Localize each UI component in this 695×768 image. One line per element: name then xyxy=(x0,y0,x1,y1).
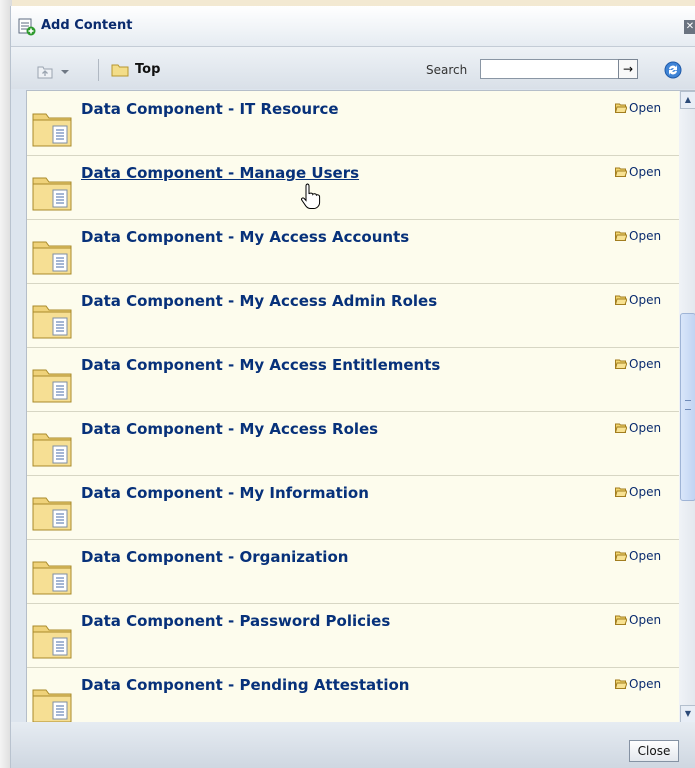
folder-icon xyxy=(32,428,72,468)
toolbar-divider xyxy=(98,59,99,81)
folder-icon xyxy=(32,556,72,596)
open-link[interactable]: Open xyxy=(615,485,661,499)
open-link[interactable]: Open xyxy=(615,293,661,307)
search-input[interactable] xyxy=(480,59,619,79)
search-go-button[interactable]: → xyxy=(618,59,638,79)
open-label: Open xyxy=(629,293,662,307)
scroll-down-button[interactable]: ▼ xyxy=(680,705,695,723)
item-name-link[interactable]: Data Component - My Information xyxy=(81,484,369,502)
content-list: Data Component - Pending Attestation Open… xyxy=(26,90,695,724)
open-label: Open xyxy=(629,549,662,563)
list-item[interactable]: Data Component - Pending Attestation Open xyxy=(27,667,679,723)
item-name-link[interactable]: Data Component - Password Policies xyxy=(81,612,390,630)
folder-icon xyxy=(32,172,72,212)
open-label: Open xyxy=(629,677,662,691)
folder-icon xyxy=(32,236,72,276)
toolbar: Top Search → xyxy=(11,47,695,89)
list-item[interactable]: Data Component - My Access Admin Roles Op… xyxy=(27,283,679,348)
open-link[interactable]: Open xyxy=(615,165,661,179)
item-name-link[interactable]: Data Component - Pending Attestation xyxy=(81,676,409,694)
folder-icon xyxy=(32,364,72,404)
item-name-link[interactable]: Data Component - My Access Entitlements xyxy=(81,356,440,374)
open-label: Open xyxy=(629,613,662,627)
list-item[interactable]: Data Component - My Access Entitlements O… xyxy=(27,347,679,412)
folder-icon xyxy=(32,492,72,532)
close-button[interactable]: Close xyxy=(629,740,679,762)
open-link[interactable]: Open xyxy=(615,421,661,435)
open-label: Open xyxy=(629,229,662,243)
dialog-footer: Close xyxy=(11,722,695,768)
open-label: Open xyxy=(629,357,662,371)
list-item[interactable]: Data Component - Password Policies Open xyxy=(27,603,679,668)
open-label: Open xyxy=(629,165,662,179)
open-link[interactable]: Open xyxy=(615,613,661,627)
folder-icon xyxy=(32,108,72,148)
folder-icon xyxy=(32,620,72,660)
item-name-link[interactable]: Data Component - Organization xyxy=(81,548,348,566)
scrollbar-thumb[interactable] xyxy=(680,313,695,501)
list-item[interactable]: Data Component - Manage Users Open xyxy=(27,155,679,220)
vertical-scrollbar[interactable]: ▲ ▼ xyxy=(679,91,695,723)
item-name-link[interactable]: Data Component - My Access Roles xyxy=(81,420,378,438)
add-content-dialog: Add Content ✕ Top Search → Data Componen… xyxy=(10,6,695,768)
scroll-up-button[interactable]: ▲ xyxy=(680,91,695,109)
item-name-link[interactable]: Data Component - My Access Admin Roles xyxy=(81,292,437,310)
scrollbar-grip xyxy=(685,400,691,410)
list-item[interactable]: Data Component - My Access Roles Open xyxy=(27,411,679,476)
item-name-link[interactable]: Data Component - My Access Accounts xyxy=(81,228,409,246)
open-label: Open xyxy=(629,485,662,499)
folder-icon xyxy=(32,684,72,723)
open-link[interactable]: Open xyxy=(615,101,661,115)
open-link[interactable]: Open xyxy=(615,549,661,563)
list-item[interactable]: Data Component - My Access Accounts Open xyxy=(27,219,679,284)
open-label: Open xyxy=(629,421,662,435)
list-item[interactable]: Data Component - My Information Open xyxy=(27,475,679,540)
dialog-titlebar[interactable]: Add Content ✕ xyxy=(11,6,695,47)
chevron-down-icon[interactable] xyxy=(60,62,70,80)
hand-cursor-icon xyxy=(301,183,321,209)
search-label: Search xyxy=(426,63,468,77)
open-link[interactable]: Open xyxy=(615,229,661,243)
dialog-title: Add Content xyxy=(41,18,133,33)
breadcrumb-top[interactable]: Top xyxy=(135,62,160,77)
open-link[interactable]: Open xyxy=(615,677,661,691)
item-name-link[interactable]: Data Component - IT Resource xyxy=(81,100,339,118)
refresh-icon[interactable] xyxy=(661,59,685,81)
open-link[interactable]: Open xyxy=(615,357,661,371)
up-folder-icon[interactable] xyxy=(36,62,54,80)
close-icon[interactable]: ✕ xyxy=(684,20,695,34)
open-label: Open xyxy=(629,101,662,115)
folder-icon xyxy=(32,300,72,340)
add-content-icon xyxy=(18,18,36,36)
item-name-link[interactable]: Data Component - Manage Users xyxy=(81,164,359,182)
list-item[interactable]: Data Component - IT Resource Open xyxy=(27,91,679,156)
folder-icon xyxy=(111,64,129,77)
list-item[interactable]: Data Component - Organization Open xyxy=(27,539,679,604)
